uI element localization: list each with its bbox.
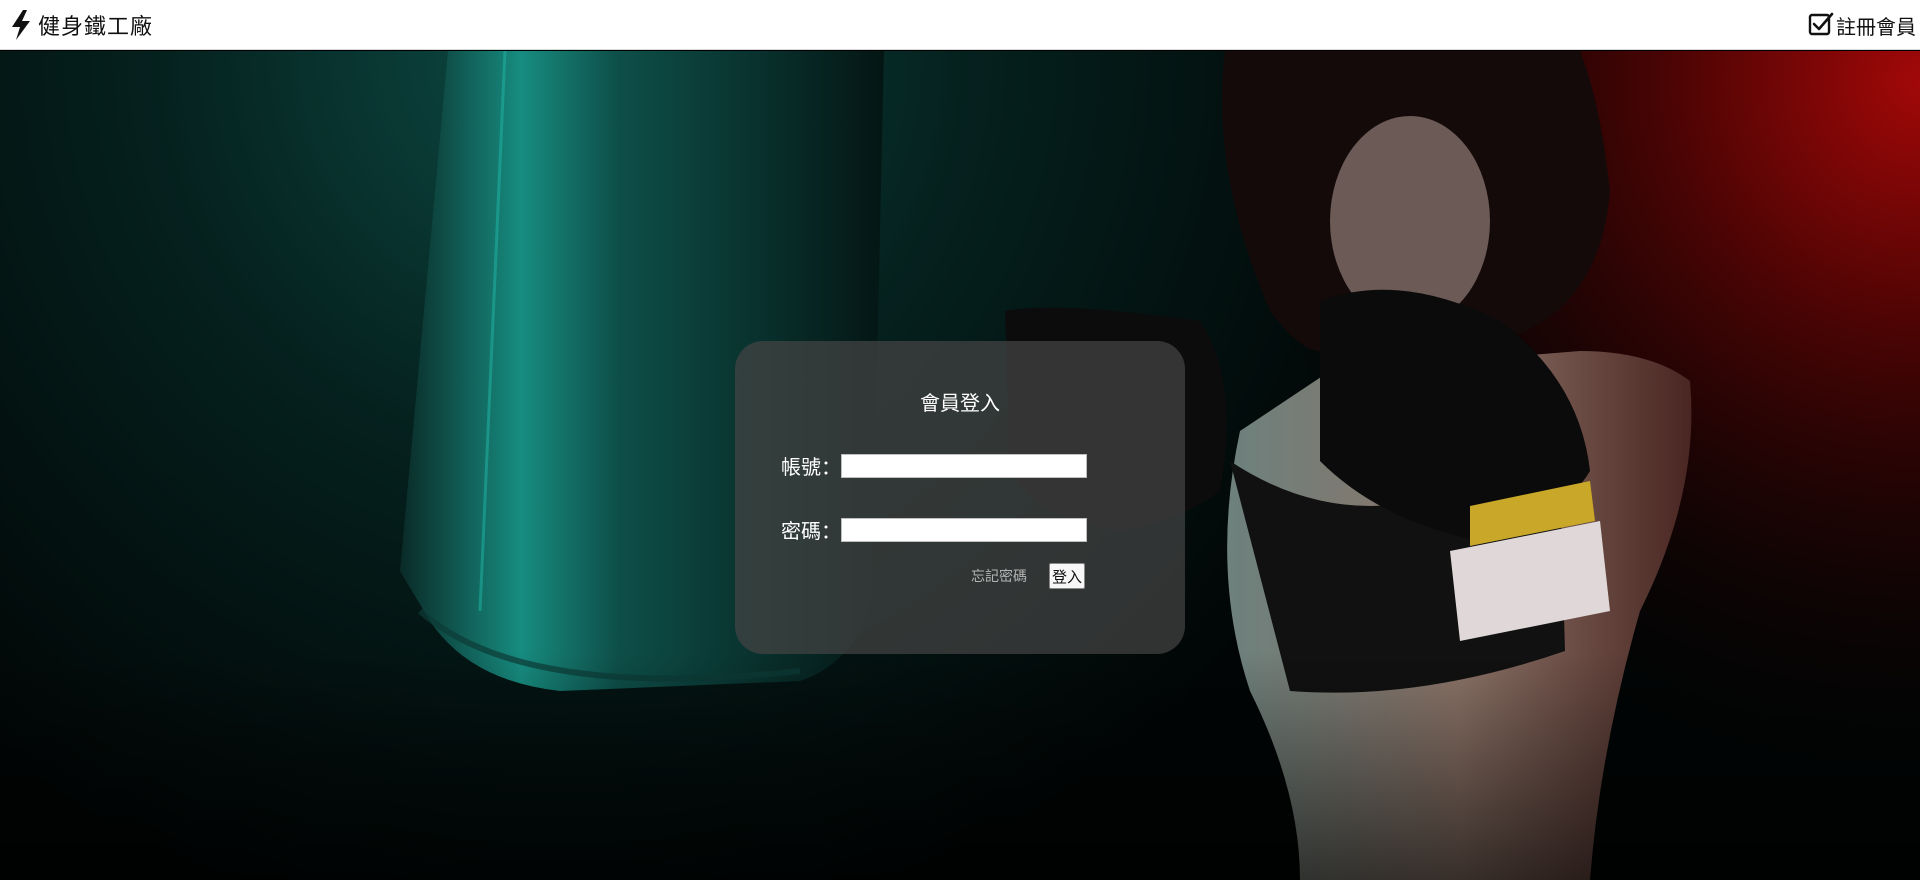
top-navbar: 健身鐵工廠 註冊會員 xyxy=(0,0,1920,50)
password-label: 密碼： xyxy=(781,519,841,543)
password-input[interactable] xyxy=(841,518,1087,542)
account-label: 帳號： xyxy=(781,455,841,479)
account-input[interactable] xyxy=(841,454,1087,478)
checkbox-icon xyxy=(1808,12,1834,38)
lightning-bolt-icon xyxy=(10,9,32,41)
register-member-label: 註冊會員 xyxy=(1836,14,1916,39)
login-panel: 會員登入 帳號： 密碼： 忘記密碼 登入 xyxy=(735,341,1185,654)
register-member-link[interactable]: 註冊會員 xyxy=(1808,0,1916,50)
login-title: 會員登入 xyxy=(920,391,1000,415)
hero-background: 會員登入 帳號： 密碼： 忘記密碼 登入 xyxy=(0,51,1920,880)
forgot-password-link[interactable]: 忘記密碼 xyxy=(971,566,1027,586)
login-button[interactable]: 登入 xyxy=(1049,563,1085,589)
brand-name: 健身鐵工廠 xyxy=(38,15,154,40)
brand-link[interactable]: 健身鐵工廠 xyxy=(10,0,153,50)
